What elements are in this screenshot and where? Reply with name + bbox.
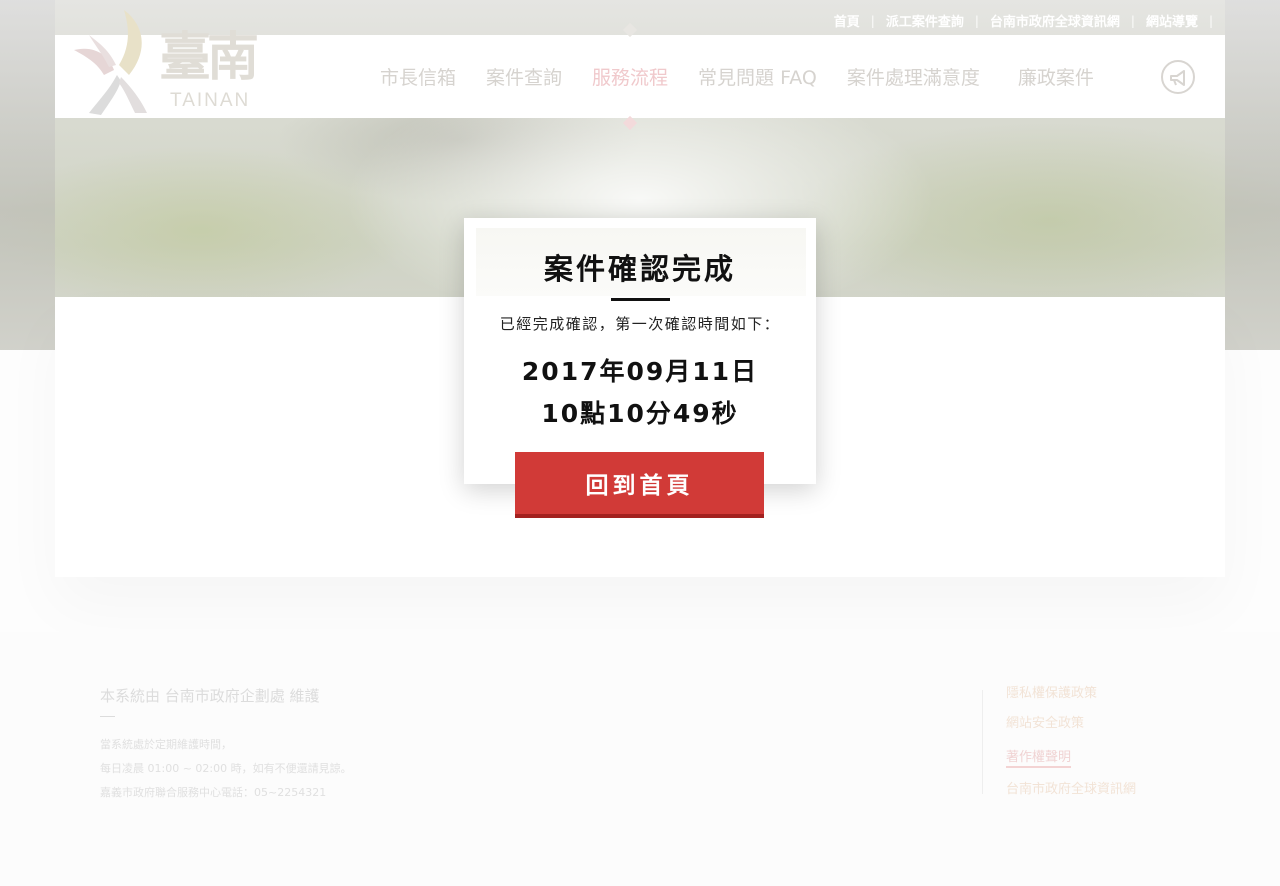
megaphone-icon[interactable] (1161, 60, 1195, 94)
footer-maintenance-note: 當系統處於定期維護時間， (100, 738, 232, 751)
title-underline (610, 298, 670, 301)
separator: | (870, 13, 875, 28)
logo-text-english: TAINAN (170, 90, 251, 111)
separator: | (1130, 13, 1135, 28)
footer-link-copyright[interactable]: 著作權聲明 (1006, 750, 1072, 768)
util-link-gov-portal[interactable]: 台南市政府全球資訊網 (990, 11, 1120, 30)
nav-item-integrity-cases[interactable]: 廉政案件 (1018, 63, 1094, 90)
separator: | (1208, 13, 1213, 28)
logo-flower-icon (74, 10, 147, 115)
separator: | (974, 13, 979, 28)
dialog-title: 案件確認完成 (543, 252, 736, 286)
hero-edge-right (1225, 0, 1280, 350)
footer-dash (100, 716, 115, 717)
hero-edge-left (0, 0, 55, 350)
dialog-message: 已經完成確認，第一次確認時間如下： (499, 315, 781, 333)
confirmation-time: 10點10分49秒 (541, 399, 739, 428)
util-link-case-query[interactable]: 派工案件查詢 (886, 11, 964, 30)
util-link-home[interactable]: 首頁 (834, 11, 860, 30)
nav-item-mayor-mailbox[interactable]: 市長信箱 (380, 63, 456, 90)
footer-title: 本系統由 台南市政府企劃處 維護 (100, 687, 320, 705)
back-to-home-button[interactable]: 回到首頁 (515, 452, 764, 518)
nav-menu: 市長信箱 案件查詢 服務流程 常見問題 FAQ 案件處理滿意度 廉政案件 (380, 35, 1124, 118)
util-link-sitemap[interactable]: 網站導覽 (1146, 11, 1198, 30)
footer-link-privacy[interactable]: 隱私權保護政策 (1006, 686, 1136, 702)
utility-links: 首頁 | 派工案件查詢 | 台南市政府全球資訊網 | 網站導覽 | (834, 11, 1224, 31)
footer-link-security[interactable]: 網站安全政策 (1006, 716, 1136, 732)
nav-item-case-query[interactable]: 案件查詢 (486, 63, 562, 90)
confirmation-date: 2017年09月11日 (521, 357, 759, 386)
nav-item-satisfaction[interactable]: 案件處理滿意度 (847, 63, 980, 90)
confirmation-dialog: 案件確認完成 已經完成確認，第一次確認時間如下： 2017年09月11日 10點… (464, 218, 816, 484)
footer-link-gov-portal[interactable]: 台南市政府全球資訊網 (1006, 782, 1136, 798)
nav-item-faq[interactable]: 常見問題 FAQ (698, 63, 817, 90)
footer-maintenance-hours: 每日凌晨 01:00 ~ 02:00 時，如有不便還請見諒。 (100, 762, 352, 775)
footer-links: 隱私權保護政策 網站安全政策 著作權聲明 台南市政府全球資訊網 (1006, 686, 1136, 812)
footer-phone: 嘉義市政府聯合服務中心電話：05~2254321 (100, 786, 327, 799)
main-navbar: 臺南 TAINAN 市長信箱 案件查詢 服務流程 常見問題 FAQ 案件處理滿意… (55, 10, 1225, 118)
site-logo[interactable]: 臺南 TAINAN (69, 5, 259, 115)
footer-divider (982, 690, 983, 794)
nav-item-service-flow[interactable]: 服務流程 (592, 63, 668, 90)
logo-text-chinese: 臺南 (159, 27, 259, 88)
footer: 本系統由 台南市政府企劃處 維護 當系統處於定期維護時間， 每日凌晨 01:00… (0, 632, 1280, 886)
